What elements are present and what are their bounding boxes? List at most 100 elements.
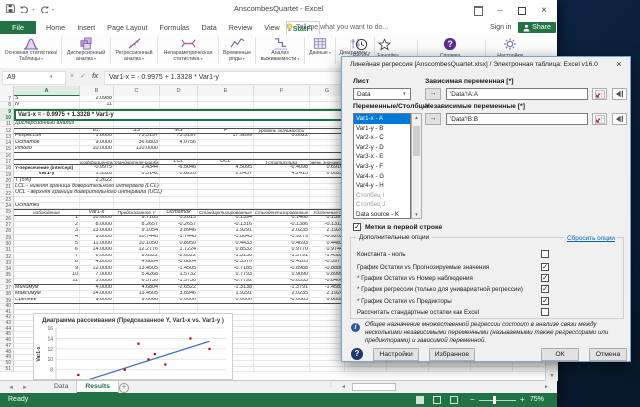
sheet-nav-right-icon[interactable]: ► <box>22 384 28 392</box>
chevron-down-icon[interactable]: ▾ <box>403 91 406 97</box>
cell[interactable] <box>160 153 198 158</box>
file-tab[interactable]: File <box>0 21 36 34</box>
cell[interactable] <box>254 361 310 366</box>
cell[interactable]: Предсказанное Y <box>114 210 160 214</box>
cell[interactable] <box>310 203 345 208</box>
cell[interactable] <box>310 350 345 355</box>
listbox-scroll-thumb[interactable] <box>413 126 420 156</box>
cell[interactable]: 13.4505 <box>114 266 160 271</box>
cell[interactable]: 4.0000 <box>80 260 114 265</box>
cell[interactable]: -0.3977 <box>310 260 345 265</box>
cell[interactable] <box>14 304 80 309</box>
cell[interactable]: Дисперсионный анализ <box>14 121 80 126</box>
cell[interactable]: 5 <box>14 241 80 246</box>
column-header-C[interactable]: C <box>114 86 160 96</box>
cell[interactable]: 1.9291 <box>198 291 254 296</box>
cell[interactable]: 14.0000 <box>80 247 114 252</box>
tab-scroll-splitter[interactable]: ⁞ <box>330 383 332 389</box>
cell[interactable]: 9 <box>14 266 80 271</box>
variable-item[interactable]: Столбец I <box>354 191 410 201</box>
cell[interactable] <box>310 327 345 332</box>
cell[interactable]: -0.1312 <box>310 222 345 227</box>
option-checkbox[interactable]: ✓ <box>541 263 549 271</box>
option-checkbox[interactable] <box>541 308 549 316</box>
cell[interactable]: 0.7793 <box>198 272 254 277</box>
cell[interactable]: 9.0000 <box>80 140 114 145</box>
name-box-caret-icon[interactable]: ▾ <box>50 71 53 83</box>
cell[interactable] <box>160 304 198 309</box>
cell[interactable]: 11 <box>80 102 114 107</box>
cell[interactable]: 73.3197 <box>114 134 160 139</box>
cell[interactable] <box>254 140 310 145</box>
cell[interactable]: 10.0000 <box>80 146 114 151</box>
cell[interactable]: -0.0083 <box>254 298 310 303</box>
column-header-D[interactable]: D <box>160 86 198 96</box>
cell[interactable]: 1.7224 <box>160 247 198 252</box>
cell[interactable]: -1.3138 <box>198 285 254 290</box>
cell[interactable] <box>80 197 114 202</box>
column-header-G[interactable]: G <box>310 86 345 96</box>
cell[interactable]: 0.1394 <box>198 216 254 221</box>
sign-in-button[interactable]: Sign in <box>490 21 511 34</box>
cell[interactable] <box>254 344 310 349</box>
cell[interactable]: 1.3328 <box>80 172 114 177</box>
cell[interactable]: -1.5730 <box>160 279 198 284</box>
reset-options-link[interactable]: Сбросить опции <box>565 235 617 242</box>
cell[interactable] <box>80 203 114 208</box>
cell[interactable]: -1.3138 <box>198 254 254 259</box>
cell[interactable] <box>198 140 254 145</box>
cell[interactable]: 0.8950 <box>160 241 198 246</box>
add-sheet-icon[interactable]: + <box>119 383 129 393</box>
cell[interactable] <box>254 197 310 202</box>
cell[interactable] <box>254 146 310 151</box>
cell[interactable] <box>198 153 254 158</box>
cell[interactable]: 3.8946 <box>160 291 198 296</box>
cell[interactable] <box>114 197 160 202</box>
cell[interactable] <box>310 338 345 343</box>
cell[interactable]: S <box>14 96 80 101</box>
ribbon-tab-insert[interactable]: Insert <box>71 21 101 34</box>
cell[interactable]: Y-пересечение (intercept) <box>14 165 80 170</box>
cell[interactable]: 9.0000 <box>80 298 114 303</box>
cell[interactable]: Минимум <box>14 285 80 290</box>
cell[interactable]: Регрессия <box>14 134 80 139</box>
column-header-F[interactable]: F <box>254 86 310 96</box>
cell[interactable]: 2.1924 <box>310 228 345 233</box>
cell[interactable]: -0.8880 <box>310 266 345 271</box>
ribbon-tab-formulas[interactable]: Formulas <box>154 21 196 34</box>
cell[interactable] <box>114 153 160 158</box>
cell[interactable]: -6.5046 <box>160 165 198 170</box>
variable-item[interactable]: Var3-x - E <box>354 152 410 162</box>
cell[interactable]: 4.2415 <box>254 172 310 177</box>
cell[interactable]: SS <box>114 129 160 133</box>
cell[interactable]: Итого <box>14 146 80 151</box>
cell[interactable]: -0.9279 <box>254 235 310 240</box>
cell[interactable] <box>254 332 310 337</box>
cell[interactable]: 0.8532 <box>198 247 254 252</box>
variable-item[interactable]: Var2-y - D <box>354 143 410 153</box>
independent-range-field[interactable]: 'Data'!B:B <box>446 113 588 125</box>
cell[interactable]: 0.2815 <box>160 216 198 221</box>
cell[interactable]: -2.6522 <box>160 285 198 290</box>
cell[interactable] <box>198 191 254 196</box>
cell[interactable] <box>429 367 471 372</box>
cell[interactable]: 0.0000 <box>198 298 254 303</box>
option-checkbox[interactable] <box>541 250 549 258</box>
cell[interactable]: 2.0235 <box>254 291 310 296</box>
range-picker-icon[interactable] <box>592 88 607 100</box>
cell[interactable]: -1.4582 <box>310 254 345 259</box>
cell[interactable]: -0.7185 <box>198 266 254 271</box>
cell[interactable]: d.f. <box>80 129 114 133</box>
cell[interactable]: 12.0000 <box>80 266 114 271</box>
cell[interactable]: Var1-x <box>80 210 114 214</box>
cell[interactable]: 13.0000 <box>80 228 114 233</box>
cell[interactable]: 13.4505 <box>114 291 160 296</box>
cell[interactable] <box>114 121 160 126</box>
option-checkbox[interactable]: ✓ <box>541 274 549 282</box>
name-box[interactable]: A9 <box>2 71 66 85</box>
cell[interactable] <box>310 96 345 101</box>
cell[interactable]: 17.9899 <box>198 134 254 139</box>
cell[interactable]: 10.1050 <box>114 241 160 246</box>
cell[interactable]: 1 <box>14 216 80 221</box>
cell[interactable]: 0.0022 <box>310 172 345 177</box>
